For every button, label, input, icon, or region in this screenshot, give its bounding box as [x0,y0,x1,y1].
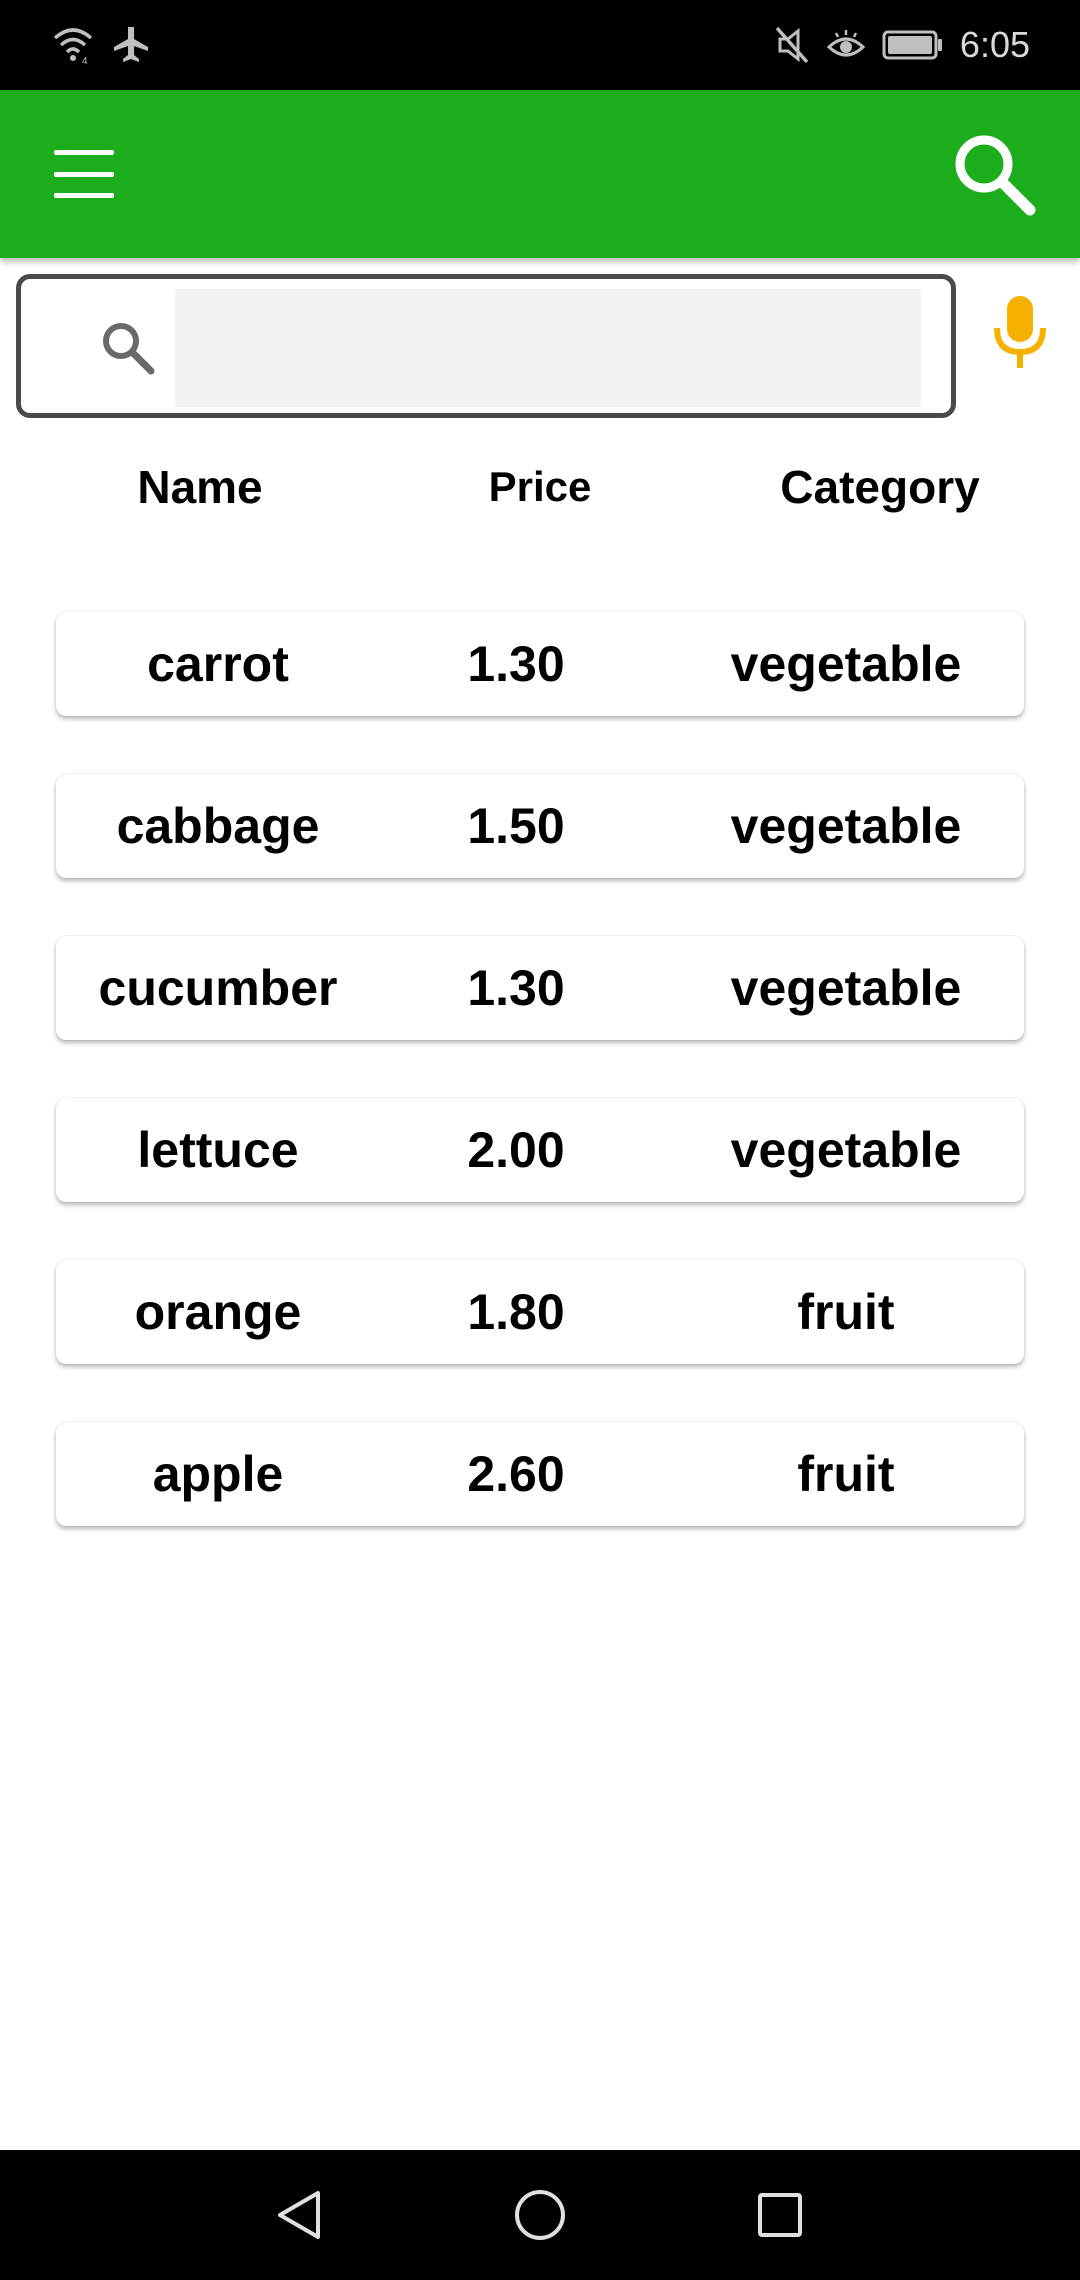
navigation-bar [0,2150,1080,2280]
table-row[interactable]: lettuce 2.00 vegetable [56,1098,1024,1202]
row-category: fruit [797,1284,895,1340]
mute-icon [775,26,809,64]
status-time: 6:05 [959,24,1030,65]
menu-icon[interactable] [54,150,114,198]
table-row[interactable]: carrot 1.30 vegetable [56,612,1024,716]
row-price: 2.00 [467,1122,565,1178]
table-row[interactable]: orange 1.80 fruit [56,1260,1024,1364]
battery-icon [882,30,942,60]
product-list: carrot 1.30 vegetable cabbage 1.50 veget… [56,612,1024,1584]
airplane-icon [114,27,148,62]
home-icon[interactable] [510,2185,570,2245]
row-price: 1.50 [467,798,565,854]
column-header-category[interactable]: Category [760,452,1000,522]
row-name: orange [134,1284,302,1340]
recents-icon[interactable] [750,2185,810,2245]
table-row[interactable]: cabbage 1.50 vegetable [56,774,1024,878]
app-bar [0,90,1080,258]
row-category: vegetable [730,960,962,1016]
svg-text:4: 4 [82,56,88,64]
table-row[interactable]: apple 2.60 fruit [56,1422,1024,1526]
row-category: vegetable [730,636,962,692]
row-price: 2.60 [467,1446,565,1502]
row-name: lettuce [137,1122,299,1178]
column-header-price[interactable]: Price [440,452,640,522]
row-price: 1.30 [467,960,565,1016]
status-bar: 4 6:05 [0,0,1080,90]
eye-icon [826,30,866,57]
status-right-icons: 6:05 [774,22,1030,68]
row-name: cabbage [116,798,320,854]
row-price: 1.80 [467,1284,565,1340]
table-header: Name Price Category [0,452,1080,522]
table-row[interactable]: cucumber 1.30 vegetable [56,936,1024,1040]
column-header-name[interactable]: Name [100,452,300,522]
row-category: vegetable [730,1122,962,1178]
wifi-icon: 4 [53,28,93,64]
row-category: vegetable [730,798,962,854]
search-icon[interactable] [950,130,1036,216]
row-name: carrot [147,636,289,692]
row-name: apple [152,1446,284,1502]
status-left-icons: 4 [52,24,150,64]
microphone-icon[interactable] [990,294,1050,372]
row-price: 1.30 [467,636,565,692]
search-field-icon [103,323,155,375]
search-box[interactable] [16,274,956,418]
search-input[interactable] [175,289,921,407]
back-icon[interactable] [270,2185,330,2245]
row-category: fruit [797,1446,895,1502]
row-name: cucumber [98,960,338,1016]
